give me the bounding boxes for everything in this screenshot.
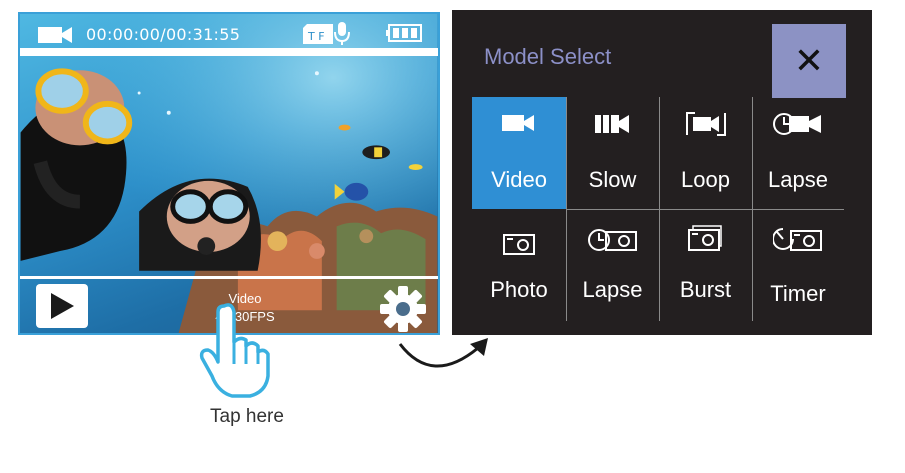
- mode-photo[interactable]: Photo: [472, 209, 566, 321]
- mode-self-timer[interactable]: Timer: [752, 209, 844, 321]
- mode-label: Slow: [588, 167, 637, 192]
- mode-label: Photo: [490, 277, 548, 302]
- svg-text:T F: T F: [307, 30, 325, 43]
- recording-timer: 00:00:00/00:31:55: [86, 25, 241, 44]
- photo-icon: [472, 233, 566, 255]
- video-camera-icon: [38, 25, 74, 49]
- mode-label: Video: [491, 167, 547, 192]
- mode-label: Timer: [770, 281, 826, 306]
- mode-video-lapse[interactable]: Lapse: [752, 97, 844, 209]
- mode-select-panel: Model Select ✕ Video Slow Loop Lapse Pho…: [452, 10, 872, 335]
- settings-gear-icon[interactable]: [378, 284, 428, 333]
- close-button[interactable]: ✕: [772, 24, 846, 98]
- sd-card-icon: T F: [303, 24, 333, 48]
- video-lapse-icon: [752, 111, 844, 137]
- loop-icon: [659, 109, 752, 139]
- mode-video[interactable]: Video: [472, 97, 566, 209]
- video-icon: [472, 113, 566, 133]
- mode-photo-lapse[interactable]: Lapse: [566, 209, 659, 321]
- camera-preview: 00:00:00/00:31:55 T F Video 4K 30FPS: [18, 12, 440, 335]
- slow-motion-icon: [566, 113, 659, 135]
- mode-grid: Video Slow Loop Lapse Photo Lapse Burst …: [472, 97, 844, 321]
- mode-burst[interactable]: Burst: [659, 209, 752, 321]
- mode-select-title: Model Select: [484, 44, 612, 69]
- burst-icon: [659, 225, 752, 253]
- mode-label: Lapse: [768, 167, 828, 192]
- curved-arrow-icon: [392, 330, 492, 384]
- photo-lapse-icon: [566, 227, 659, 255]
- mode-loop[interactable]: Loop: [659, 97, 752, 209]
- status-bar: 00:00:00/00:31:55 T F: [20, 14, 438, 48]
- grid-divider: [566, 209, 844, 210]
- battery-icon: [386, 24, 422, 46]
- playback-button[interactable]: [36, 284, 88, 328]
- play-icon: [51, 293, 74, 319]
- mode-label: Burst: [679, 277, 732, 302]
- microphone-icon: [334, 22, 350, 50]
- mode-slow[interactable]: Slow: [566, 97, 659, 209]
- status-divider: [20, 48, 438, 56]
- tap-hand-icon: [196, 302, 276, 402]
- close-icon: ✕: [793, 40, 825, 82]
- controls-divider: [20, 276, 438, 279]
- mode-label: Lapse: [582, 277, 643, 302]
- mode-label: Loop: [681, 167, 730, 192]
- tap-here-label: Tap here: [210, 406, 284, 427]
- self-timer-icon: [752, 225, 844, 255]
